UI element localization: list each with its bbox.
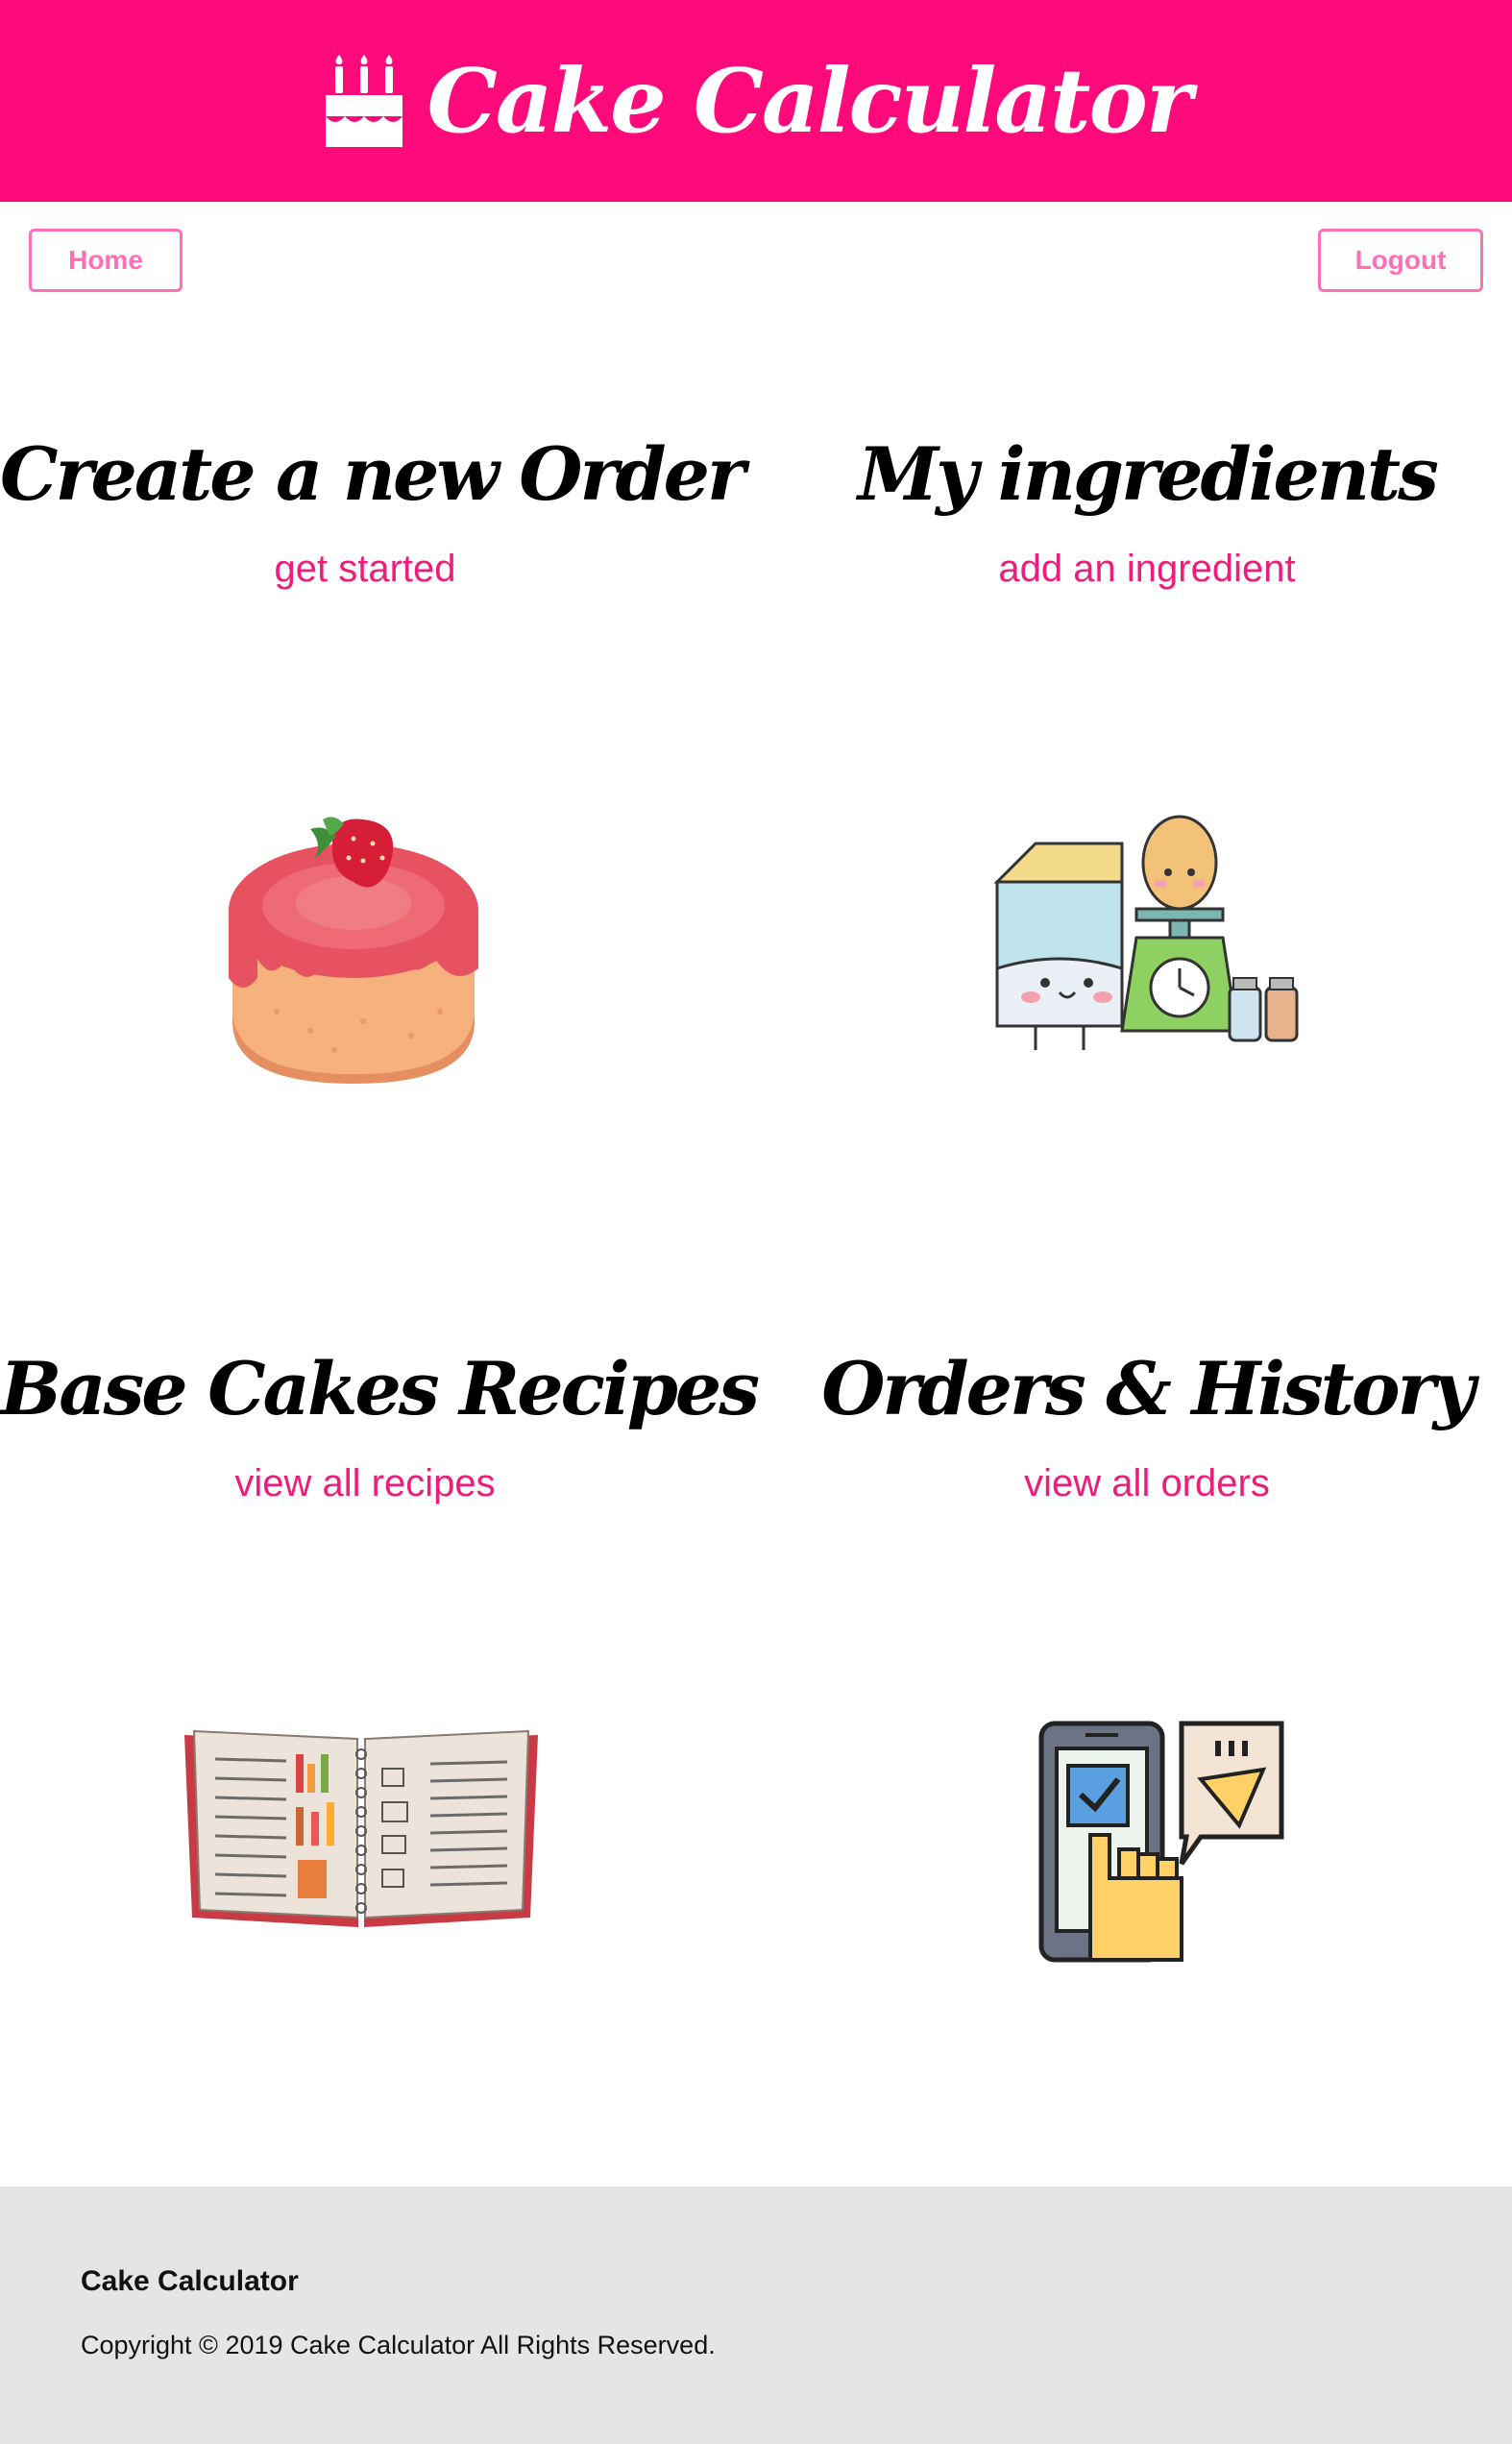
view-orders-link[interactable]: view all orders [782, 1462, 1512, 1505]
view-recipes-link[interactable]: view all recipes [0, 1462, 730, 1505]
strawberry-cake-illustration[interactable] [219, 815, 488, 1084]
footer-title: Cake Calculator [81, 2265, 299, 2297]
footer: Cake Calculator Copyright © 2019 Cake Ca… [0, 2187, 1512, 2444]
card-title: My ingredients [858, 431, 1439, 517]
get-started-link[interactable]: get started [0, 548, 730, 591]
card-my-ingredients: My ingredients add an ingredient [782, 438, 1512, 591]
app-title: Cake Calculator [427, 49, 1193, 153]
card-base-cake-recipes: Base Cakes Recipes view all recipes [0, 1346, 760, 1505]
card-title: Create a new Order [0, 431, 745, 517]
card-orders-history: Orders & History view all orders [782, 1353, 1512, 1505]
add-ingredient-link[interactable]: add an ingredient [782, 548, 1512, 591]
brand[interactable]: Cake Calculator [322, 49, 1193, 153]
home-button[interactable]: Home [29, 229, 183, 292]
card-title: Base Cakes Recipes [0, 1346, 760, 1431]
card-create-order: Create a new Order get started [0, 431, 745, 591]
ingredients-illustration[interactable] [978, 805, 1310, 1055]
recipe-book-illustration[interactable] [181, 1725, 542, 1931]
card-title: Orders & History [821, 1346, 1475, 1431]
birthday-cake-icon [325, 55, 402, 147]
mobile-order-illustration[interactable] [1037, 1720, 1285, 1964]
logout-button[interactable]: Logout [1318, 229, 1483, 292]
app-header: Cake Calculator [0, 0, 1512, 202]
copyright-text: Copyright © 2019 Cake Calculator All Rig… [81, 2331, 716, 2359]
